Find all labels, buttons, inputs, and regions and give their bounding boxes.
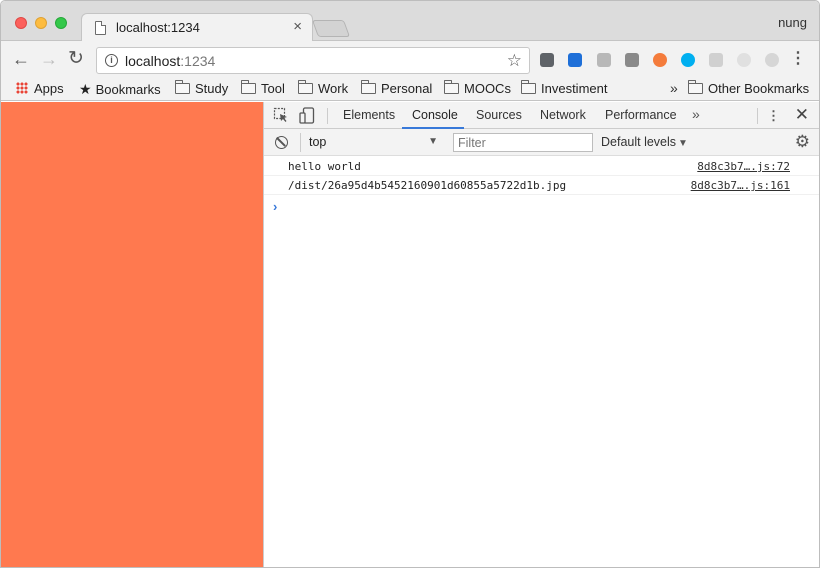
tab-network[interactable]: Network (540, 108, 586, 122)
address-bar[interactable]: i localhost:1234 ☆ (96, 47, 530, 74)
bookmark-star-icon[interactable]: ☆ (507, 51, 522, 71)
folder-icon (444, 80, 459, 94)
apps-grid-icon (16, 82, 28, 94)
copy-icon[interactable] (597, 53, 611, 67)
folder-icon (521, 80, 536, 94)
info-icon[interactable]: i (105, 54, 118, 67)
url-port: :1234 (180, 53, 216, 69)
new-tab-button[interactable] (311, 20, 351, 37)
tab-console[interactable]: Console (412, 108, 458, 122)
console-message-text: hello world (288, 160, 361, 173)
device-toolbar-icon[interactable] (299, 107, 315, 124)
console-message-source-link[interactable]: 8d8c3b7….js:161 (691, 179, 790, 192)
bookmark-folder-study[interactable]: Study (175, 80, 228, 96)
tab-title: localhost:1234 (116, 20, 200, 35)
console-settings-icon[interactable]: ⚙ (795, 132, 810, 152)
toolbar-divider (327, 108, 328, 124)
back-button[interactable]: ← (12, 49, 30, 69)
vimium-icon[interactable] (568, 53, 582, 67)
console-message-source-link[interactable]: 8d8c3b7….js:72 (697, 160, 790, 173)
log-levels-dropdown[interactable]: Default levels ▼ (601, 135, 688, 149)
url-host: localhost (125, 53, 181, 69)
console-message: /dist/26a95d4b5452160901d60855a5722d1b.j… (264, 176, 819, 195)
inspect-element-icon[interactable] (273, 107, 289, 123)
page-viewport (1, 102, 263, 567)
devtools-panel: Elements Console Sources Network Perform… (263, 102, 819, 567)
console-message: hello world 8d8c3b7….js:72 (264, 157, 819, 176)
document-icon (95, 21, 106, 35)
bookmarks-bar: Apps ★ Bookmarks Study Tool Work Personal… (1, 77, 819, 101)
bookmarks-overflow-button[interactable]: » (670, 80, 678, 96)
bookmark-folder-work[interactable]: Work (298, 80, 348, 96)
context-label: top (309, 135, 327, 149)
console-toolbar: top ▼ Default levels▼ ⚙ (264, 129, 819, 156)
more-tabs-icon[interactable]: » (692, 106, 700, 122)
star-icon: ★ (79, 81, 92, 97)
tab-elements[interactable]: Elements (343, 108, 395, 122)
devtools-menu-icon[interactable]: ⋮ (767, 108, 780, 124)
browser-menu-icon[interactable]: ⋮ (790, 51, 806, 67)
filter-input[interactable] (453, 133, 593, 152)
lifebuoy-icon[interactable] (653, 53, 667, 67)
forward-button[interactable]: → (40, 49, 58, 69)
folder-icon (361, 80, 376, 94)
context-selector[interactable]: top ▼ (300, 133, 442, 152)
profile-name[interactable]: nung (778, 15, 807, 30)
dropdown-arrow-icon: ▼ (678, 138, 688, 149)
folder-icon (241, 80, 256, 94)
reload-button[interactable]: ↻ (68, 49, 84, 69)
tab-performance[interactable]: Performance (605, 108, 677, 122)
tab-sources[interactable]: Sources (476, 108, 522, 122)
bulb-icon[interactable] (765, 53, 779, 67)
console-output: hello world 8d8c3b7….js:72 /dist/26a95d4… (264, 157, 819, 214)
folder-icon (688, 80, 703, 94)
clear-console-icon[interactable] (275, 136, 288, 149)
bookmark-apps[interactable]: Apps (16, 81, 64, 96)
bookmark-folder-investiment[interactable]: Investiment (521, 80, 607, 96)
title-bar: localhost:1234 × nung (1, 1, 819, 42)
pocket-icon[interactable] (540, 53, 554, 67)
window-maximize-button[interactable] (55, 17, 67, 29)
bookmark-folder-other[interactable]: Other Bookmarks (688, 80, 809, 96)
window-minimize-button[interactable] (35, 17, 47, 29)
plus-icon[interactable] (737, 53, 751, 67)
key-icon[interactable] (709, 53, 723, 67)
browser-toolbar: ← → ↻ i localhost:1234 ☆ ⋮ (1, 41, 819, 77)
window-close-button[interactable] (15, 17, 27, 29)
bookmark-bookmarks[interactable]: ★ Bookmarks (79, 81, 161, 98)
folder-icon (175, 80, 190, 94)
url-text[interactable]: localhost:1234 (125, 53, 215, 69)
devtools-close-icon[interactable]: ✕ (795, 105, 809, 125)
browser-window: localhost:1234 × nung ← → ↻ i localhost:… (0, 0, 820, 568)
toolbar-divider (757, 108, 758, 124)
console-prompt[interactable]: › (273, 199, 277, 214)
devtools-tab-bar: Elements Console Sources Network Perform… (264, 102, 819, 129)
tab-close-icon[interactable]: × (293, 18, 302, 36)
browser-tab[interactable]: localhost:1234 × (81, 13, 313, 42)
folder-icon (298, 80, 313, 94)
dropdown-arrow-icon: ▼ (428, 136, 438, 147)
trello-icon[interactable] (625, 53, 639, 67)
skype-icon[interactable] (681, 53, 695, 67)
bookmark-folder-moocs[interactable]: MOOCs (444, 80, 511, 96)
bookmark-folder-tool[interactable]: Tool (241, 80, 285, 96)
console-message-text: /dist/26a95d4b5452160901d60855a5722d1b.j… (288, 179, 567, 192)
bookmark-folder-personal[interactable]: Personal (361, 80, 432, 96)
